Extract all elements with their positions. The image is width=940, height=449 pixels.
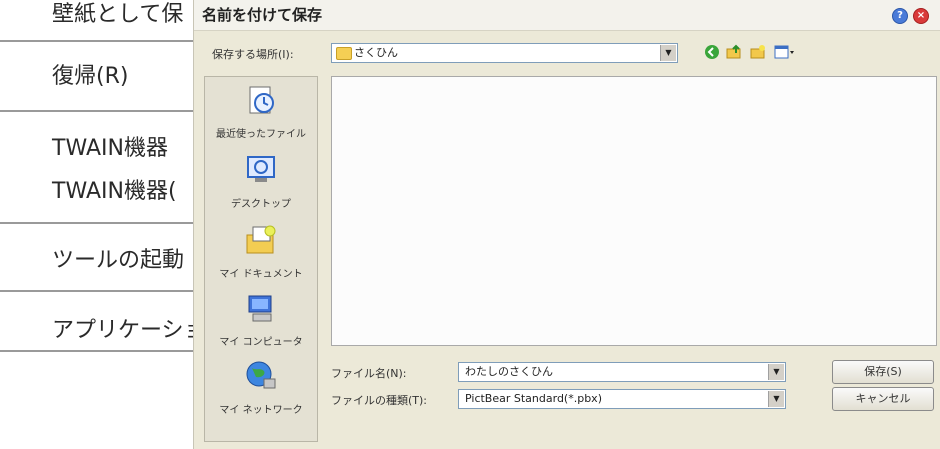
- dialog-titlebar[interactable]: 名前を付けて保存 ? ×: [194, 0, 940, 31]
- filetype-dropdown[interactable]: PictBear Standard(*.pbx) ▼: [458, 389, 786, 409]
- save-in-dropdown[interactable]: さくひん ▼: [331, 43, 678, 63]
- folder-icon: [336, 47, 352, 60]
- filename-value: わたしのさくひん: [465, 365, 553, 378]
- places-bar: 最近使ったファイル デスクトップ マイ ドキュメント マイ コンピュータ マイ …: [204, 76, 318, 442]
- save-in-label: 保存する場所(I):: [212, 48, 294, 61]
- back-icon[interactable]: [704, 44, 720, 60]
- menu-item-set-wallpaper[interactable]: 壁紙として保: [52, 0, 183, 28]
- menu-separator: [0, 222, 210, 224]
- close-icon[interactable]: ×: [913, 8, 929, 24]
- my-computer-icon: [248, 295, 272, 322]
- save-button[interactable]: 保存(S): [832, 360, 934, 384]
- dialog-title: 名前を付けて保存: [202, 6, 323, 24]
- menu-separator: [0, 290, 210, 292]
- place-my-network[interactable]: マイ ネットワーク: [205, 359, 317, 416]
- up-folder-icon[interactable]: [726, 44, 742, 60]
- place-label: 最近使ったファイル: [216, 129, 306, 140]
- menu-item-twain-1[interactable]: TWAIN機器: [52, 130, 168, 162]
- place-label: デスクトップ: [231, 199, 291, 210]
- save-in-value: さくひん: [354, 46, 398, 59]
- chevron-down-icon[interactable]: ▼: [660, 45, 676, 61]
- filename-label: ファイル名(N):: [331, 367, 407, 380]
- cancel-button[interactable]: キャンセル: [832, 387, 934, 411]
- filename-input[interactable]: わたしのさくひん ▼: [458, 362, 786, 382]
- desktop-icon: [247, 156, 275, 182]
- place-label: マイ ネットワーク: [219, 405, 303, 416]
- help-icon[interactable]: ?: [892, 8, 908, 24]
- recent-files-icon: [249, 86, 274, 114]
- place-label: マイ コンピュータ: [219, 337, 303, 348]
- filetype-label: ファイルの種類(T):: [331, 394, 428, 407]
- my-network-icon: [246, 361, 276, 389]
- chevron-down-icon[interactable]: ▼: [768, 364, 784, 380]
- filetype-value: PictBear Standard(*.pbx): [465, 392, 602, 405]
- new-folder-icon[interactable]: [750, 44, 766, 60]
- view-menu-icon[interactable]: [774, 44, 796, 60]
- menu-separator: [0, 110, 210, 112]
- menu-item-revert[interactable]: 復帰(R): [52, 58, 128, 90]
- place-desktop[interactable]: デスクトップ: [205, 153, 317, 210]
- menu-item-application[interactable]: アプリケーショ: [52, 312, 206, 344]
- menu-item-launch-tool[interactable]: ツールの起動: [52, 242, 184, 274]
- place-label: マイ ドキュメント: [219, 269, 303, 280]
- place-my-computer[interactable]: マイ コンピュータ: [205, 291, 317, 348]
- chevron-down-icon[interactable]: ▼: [768, 391, 784, 407]
- save-as-dialog: 名前を付けて保存 ? × 保存する場所(I): さくひん ▼ 最近使ったファイル: [193, 0, 940, 449]
- place-recent-files[interactable]: 最近使ったファイル: [205, 83, 317, 140]
- my-documents-icon: [246, 225, 276, 254]
- file-list-view[interactable]: [331, 76, 937, 346]
- menu-item-twain-2[interactable]: TWAIN機器(: [52, 173, 177, 205]
- menu-separator: [0, 350, 210, 352]
- menu-separator: [0, 40, 210, 42]
- place-my-documents[interactable]: マイ ドキュメント: [205, 223, 317, 280]
